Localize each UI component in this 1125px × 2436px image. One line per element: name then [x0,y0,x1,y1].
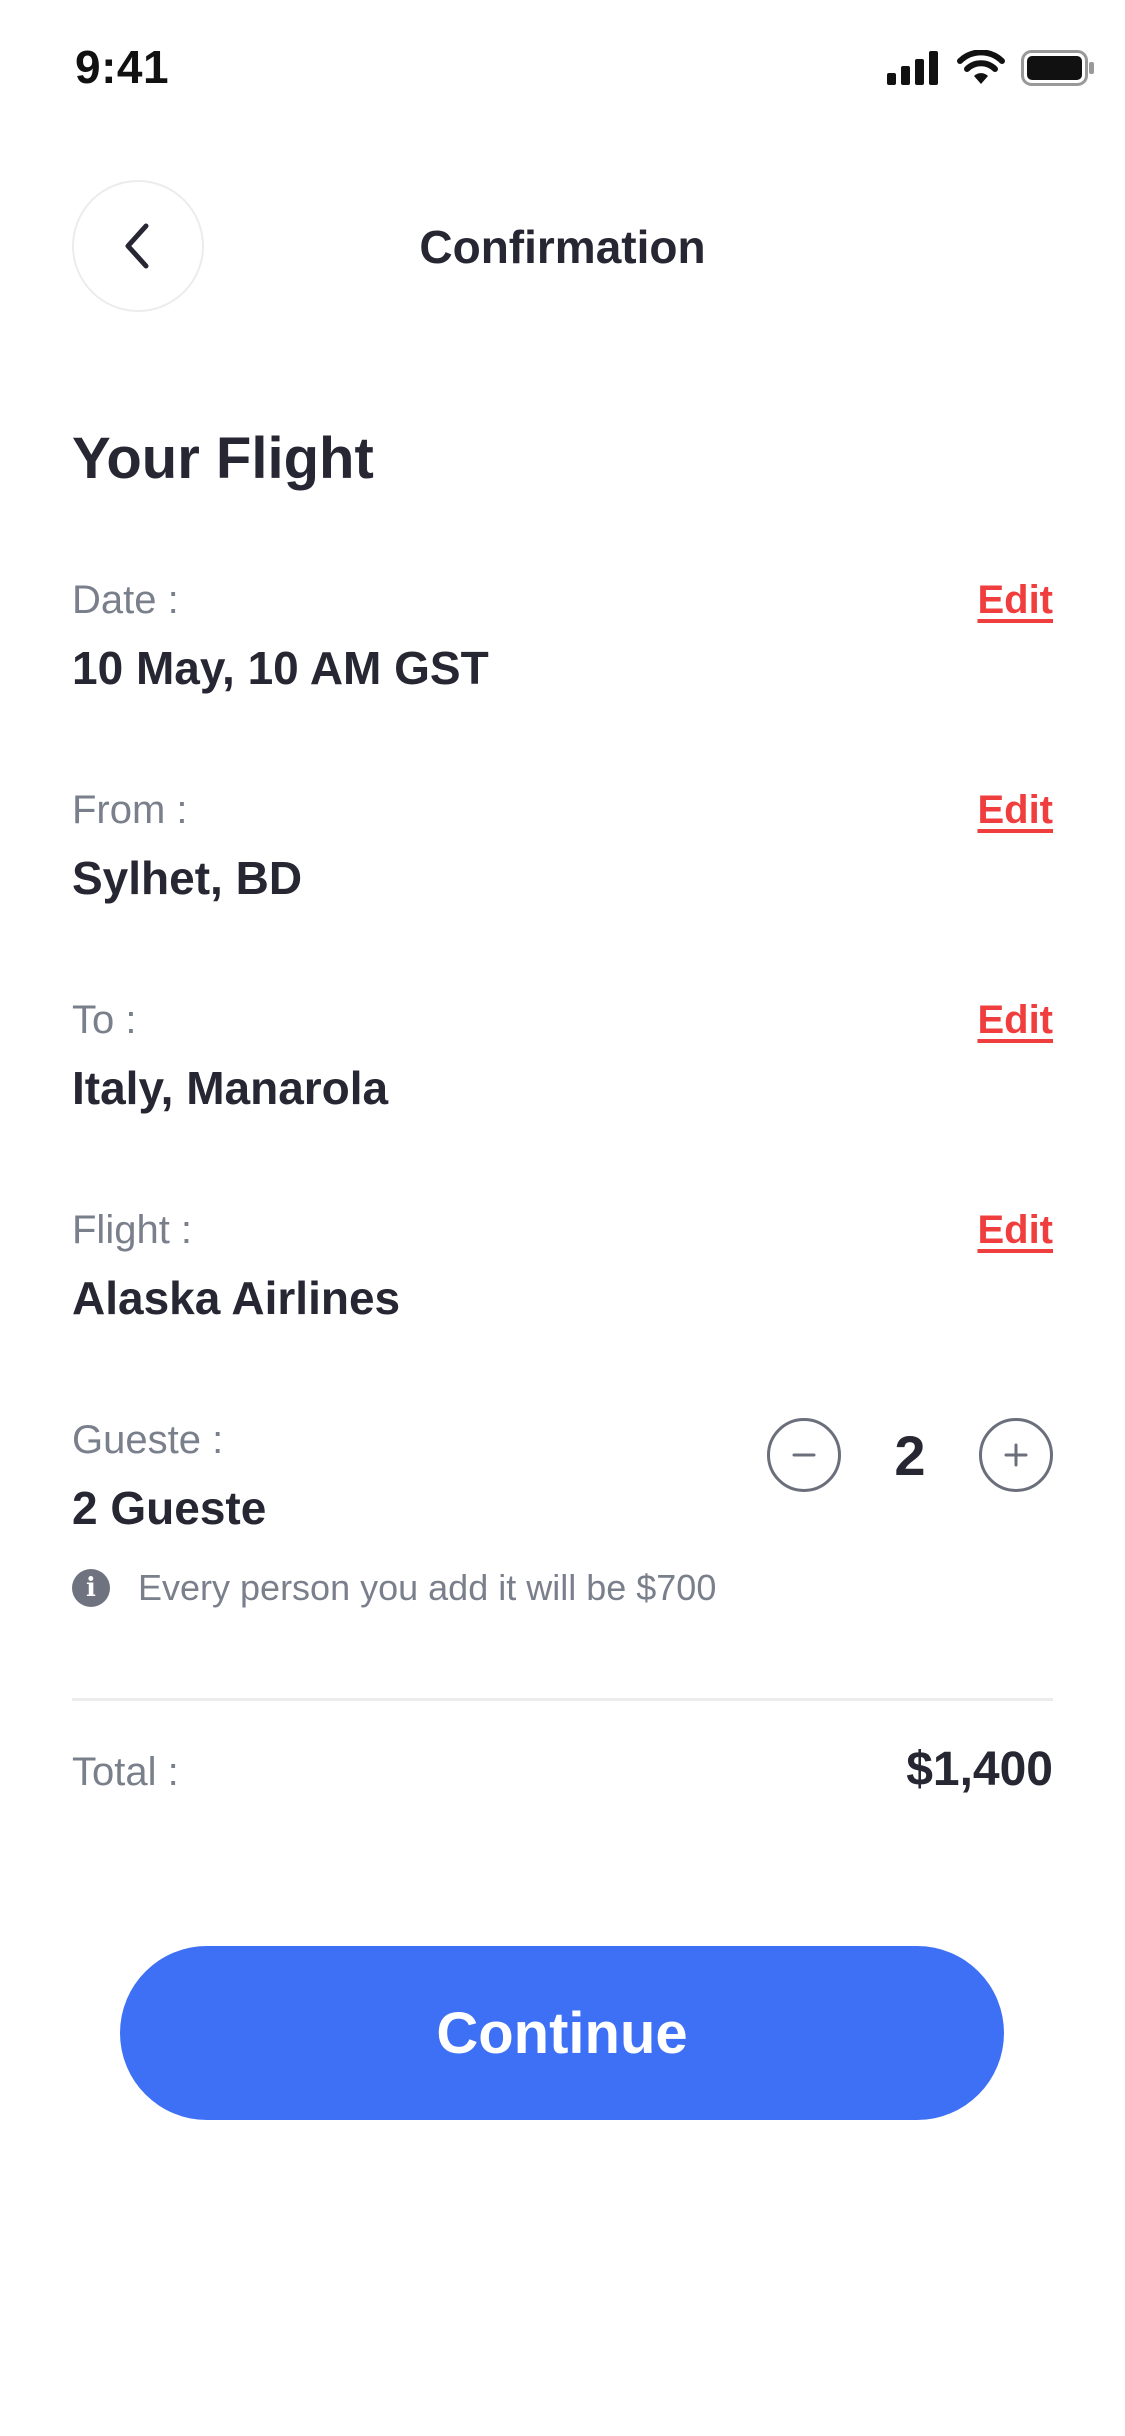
info-icon: i [72,1569,110,1607]
flight-label: Flight : [72,1208,193,1252]
to-label: To : [72,998,137,1042]
page-title: Confirmation [419,221,706,273]
plus-icon [1004,1443,1028,1467]
wifi-icon [957,50,1005,84]
status-icons [887,48,1095,88]
guest-count: 2 [894,1423,926,1487]
guests-row: Gueste : 2 Gueste 2 [72,1418,1053,1535]
section-title: Your Flight [72,426,374,491]
decrement-guest-button[interactable] [767,1418,841,1492]
status-time: 9:41 [75,41,170,93]
status-bar: 9:41 [0,0,1125,140]
flight-value: Alaska Airlines [72,1272,401,1324]
info-text: Every person you add it will be $700 [138,1567,717,1608]
total-row: Total : $1,400 [72,1742,1053,1802]
date-label: Date : [72,578,179,622]
from-row: From : Sylhet, BD Edit [72,788,1053,905]
battery-icon [1021,50,1094,86]
total-value: $1,400 [906,1743,1053,1796]
edit-to-link[interactable]: Edit [977,998,1053,1043]
to-value: Italy, Manarola [72,1062,389,1114]
date-row: Date : 10 May, 10 AM GST Edit [72,578,1053,695]
divider [72,1698,1053,1701]
from-value: Sylhet, BD [72,852,303,904]
edit-flight-link[interactable]: Edit [977,1208,1053,1253]
edit-date-link[interactable]: Edit [977,578,1053,623]
increment-guest-button[interactable] [979,1418,1053,1492]
edit-from-link[interactable]: Edit [977,788,1053,833]
continue-button[interactable]: Continue [120,1946,1004,2120]
from-label: From : [72,788,188,832]
flight-row: Flight : Alaska Airlines Edit [72,1208,1053,1325]
cellular-signal-icon [887,51,938,85]
guest-stepper: 2 [767,1418,1053,1492]
to-row: To : Italy, Manarola Edit [72,998,1053,1115]
minus-icon [792,1453,816,1457]
total-label: Total : [72,1750,179,1794]
guest-price-info: i Every person you add it will be $700 [72,1567,716,1609]
date-value: 10 May, 10 AM GST [72,642,489,694]
